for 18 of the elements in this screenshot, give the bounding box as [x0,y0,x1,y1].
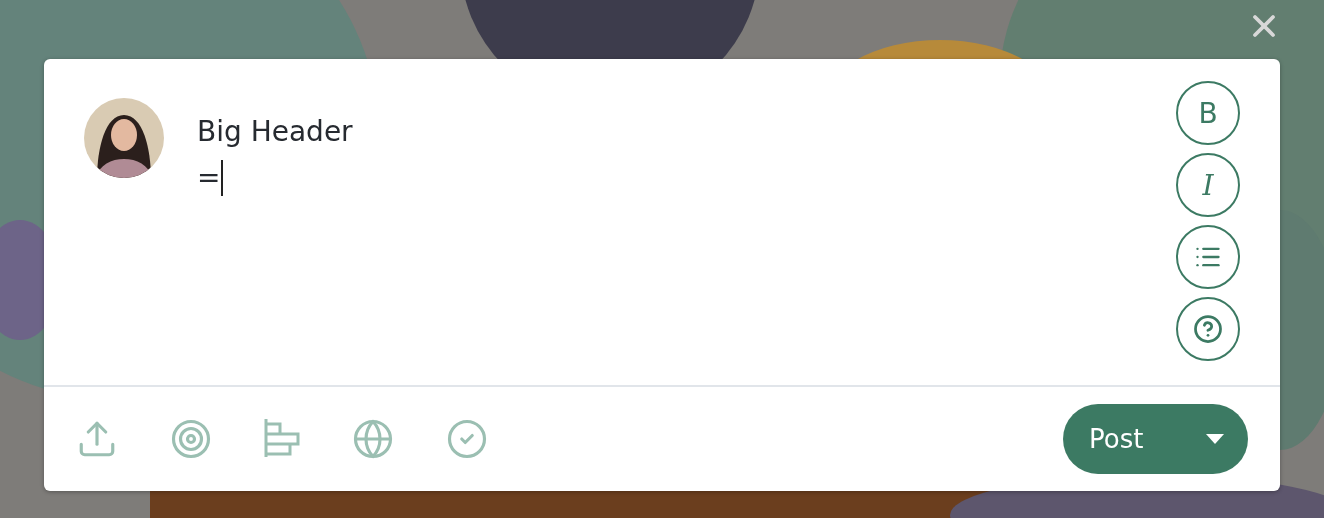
bold-button[interactable]: B [1176,81,1240,145]
italic-button[interactable]: I [1176,153,1240,217]
editor-text: Big Header [197,114,353,150]
target-icon [170,418,212,460]
check-button[interactable] [446,418,488,460]
text-editor[interactable]: Big Header = [165,97,1176,385]
bar-chart-icon [264,418,300,458]
globe-button[interactable] [352,418,394,460]
editor-text: = [197,160,221,196]
help-icon [1193,314,1223,344]
post-button[interactable]: Post [1063,404,1248,474]
caret-icon [1206,434,1224,444]
chart-button[interactable] [264,418,300,460]
help-button[interactable] [1176,297,1240,361]
check-circle-icon [446,418,488,460]
globe-icon [352,418,394,460]
target-button[interactable] [170,418,212,460]
list-button[interactable] [1176,225,1240,289]
